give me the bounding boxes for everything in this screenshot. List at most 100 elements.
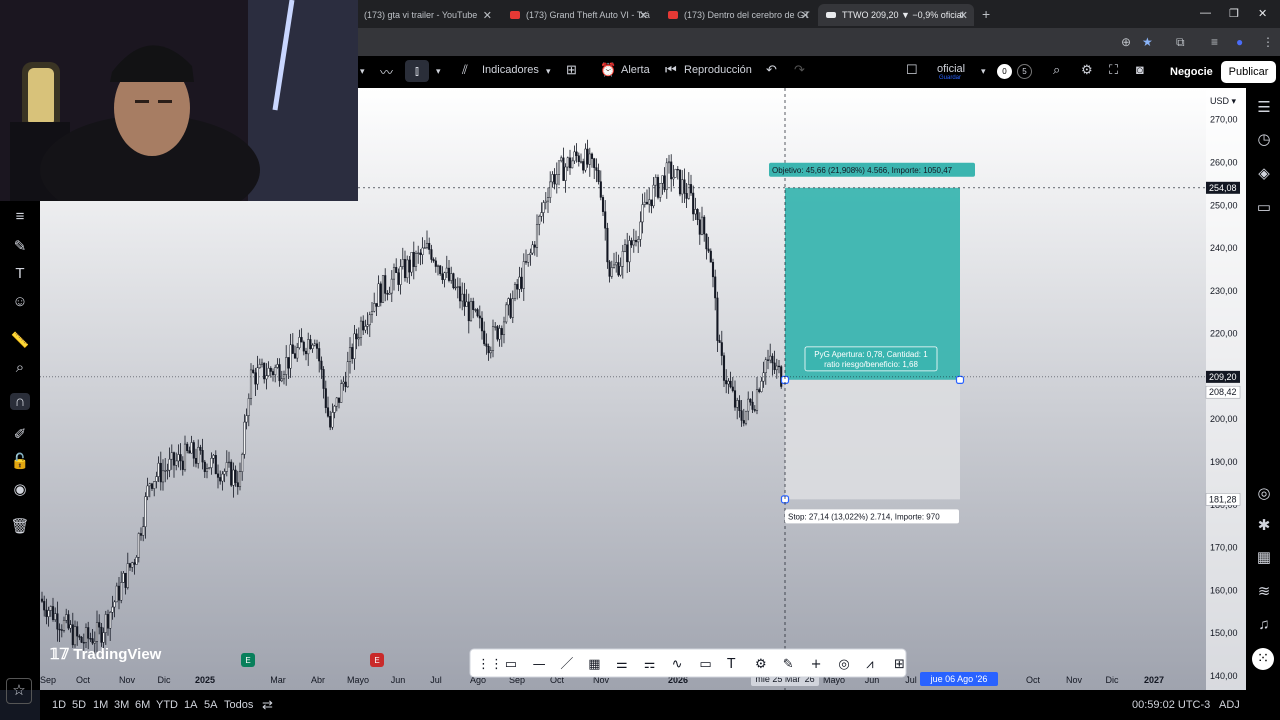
zoom-in-icon[interactable]: ⌕	[10, 359, 30, 376]
earnings-icon-letter: E	[245, 656, 250, 665]
lock-icon[interactable]: 🔓	[10, 452, 30, 470]
counter-badge[interactable]: 0	[997, 64, 1012, 79]
candle-body	[749, 398, 752, 403]
emoji-icon[interactable]: ☺	[10, 293, 30, 310]
range-6m[interactable]: 6M	[135, 699, 150, 711]
maximize-icon[interactable]: ❐	[1229, 7, 1239, 20]
minimize-icon[interactable]: —	[1200, 7, 1211, 19]
range-1d[interactable]: 1D	[52, 699, 66, 711]
extensions-icon[interactable]: ⧉	[1176, 35, 1185, 50]
eye-icon[interactable]: ◉	[10, 480, 30, 498]
brush-icon[interactable]: ✎	[10, 237, 30, 255]
pattern-icon[interactable]: ⚙	[755, 657, 767, 672]
range-1a[interactable]: 1A	[184, 699, 197, 711]
rectangle-icon[interactable]: ▭	[505, 657, 517, 672]
layout-name[interactable]: oficial	[937, 63, 965, 75]
chevron-down-icon[interactable]: ▾	[981, 66, 986, 77]
close-icon[interactable]: ✕	[639, 9, 648, 22]
apps-grid-icon[interactable]: ⁙	[1252, 648, 1274, 670]
settings-icon[interactable]: ⚙	[1081, 62, 1093, 78]
adj-toggle[interactable]: ADJ	[1219, 699, 1240, 711]
trade-button[interactable]: Negocie	[1162, 61, 1221, 83]
layout-square-icon[interactable]: ☐	[906, 62, 918, 78]
trash-icon[interactable]: 🗑	[10, 517, 30, 535]
text-tool-icon[interactable]: T	[726, 657, 735, 672]
favorites-star-icon[interactable]: ☆	[6, 678, 32, 704]
drag-handle-icon[interactable]: ⋮⋮	[477, 657, 503, 672]
candle-body	[62, 619, 66, 631]
chevron-down-icon[interactable]: ▾	[360, 66, 365, 77]
browser-tab-active[interactable]: TTWO 209,20 ▼ −0,9% oficial ✕	[818, 4, 974, 26]
bell-icon[interactable]: ♫	[1254, 616, 1274, 633]
range-all[interactable]: Todos	[224, 699, 253, 711]
range-5d[interactable]: 5D	[72, 699, 86, 711]
rss-icon[interactable]: ≋	[1254, 582, 1274, 600]
close-icon[interactable]: ✕	[483, 9, 492, 22]
chat-icon[interactable]: ▭	[1254, 198, 1274, 216]
crosshair-icon[interactable]: +	[811, 657, 822, 672]
publish-button[interactable]: Publicar	[1221, 61, 1276, 83]
candles-icon[interactable]: ⫾	[405, 60, 429, 82]
new-tab-icon[interactable]: +	[982, 6, 990, 22]
path-icon[interactable]: ⩘	[866, 657, 873, 672]
browser-tab-3[interactable]: (173) Dentro del cerebro de GT ✕	[660, 4, 816, 26]
candle-body	[619, 266, 622, 276]
indicators-button[interactable]: Indicadores	[482, 64, 539, 76]
undo-icon[interactable]: ↶	[766, 62, 777, 78]
alerts-clock-icon[interactable]: ◷	[1254, 130, 1274, 148]
layouts-icon[interactable]: ⊞	[566, 62, 577, 78]
grid-icon[interactable]: ▦	[588, 657, 600, 672]
trend-line-icon[interactable]: ／	[560, 657, 573, 672]
curve-icon[interactable]: ∿	[672, 657, 683, 672]
brush-tool-icon[interactable]: ✎	[783, 657, 794, 672]
close-icon[interactable]: ✕	[801, 9, 810, 22]
range-5a[interactable]: 5A	[204, 699, 217, 711]
lock-drawing-icon[interactable]: ✐	[10, 425, 30, 443]
candle-body	[122, 572, 125, 583]
range-1m[interactable]: 1M	[93, 699, 108, 711]
circle-icon[interactable]: ◎	[838, 657, 849, 672]
camera-icon[interactable]: ◙	[1136, 62, 1144, 77]
fib-icon[interactable]: ≡	[10, 208, 30, 225]
browser-tab-1[interactable]: (173) gta vi trailer - YouTube ✕	[356, 4, 498, 26]
replay-icon[interactable]: ⏮	[665, 62, 677, 78]
profile-icon[interactable]: ●	[1236, 35, 1243, 49]
close-window-icon[interactable]: ✕	[1258, 7, 1267, 20]
magnet-icon[interactable]: ∩	[10, 393, 30, 410]
candle-body	[538, 216, 541, 225]
zoom-icon[interactable]: ⊕	[1121, 35, 1131, 49]
indicators-icon[interactable]: ⫽	[462, 62, 468, 78]
line-chart-icon[interactable]: 〰	[380, 62, 393, 81]
calendar-icon[interactable]: ▦	[1254, 548, 1274, 566]
text-icon[interactable]: T	[10, 265, 30, 282]
close-icon[interactable]: ✕	[959, 9, 968, 22]
pulse-icon[interactable]: ✱	[1254, 516, 1274, 534]
layers-icon[interactable]: ◈	[1254, 164, 1274, 182]
fullscreen-icon[interactable]: ⛶	[1109, 62, 1118, 78]
candle-body	[384, 275, 387, 294]
alarm-icon[interactable]: ⏰	[600, 62, 616, 78]
channel-icon[interactable]: ⚌	[616, 657, 628, 672]
chevron-down-icon[interactable]: ▾	[436, 66, 441, 77]
browser-tab-2[interactable]: (173) Grand Theft Auto VI - Trá ✕	[502, 4, 654, 26]
counter-badge-secondary[interactable]: 5	[1017, 64, 1032, 79]
reading-list-icon[interactable]: ≡	[1211, 35, 1218, 49]
range-3m[interactable]: 3M	[114, 699, 129, 711]
date-range-icon[interactable]: ⇄	[262, 697, 273, 713]
chevron-down-icon[interactable]: ▾	[546, 66, 551, 77]
watchlist-icon[interactable]: ☰	[1254, 98, 1274, 116]
frame-icon[interactable]: ⊞	[894, 657, 905, 672]
target-icon[interactable]: ◎	[1254, 484, 1274, 502]
search-icon[interactable]: ⌕	[1053, 62, 1060, 78]
redo-icon[interactable]: ↷	[794, 62, 805, 78]
bookmark-star-icon[interactable]: ★	[1142, 35, 1153, 49]
replay-button[interactable]: Reproducción	[684, 64, 752, 76]
fib-channel-icon[interactable]: ⚎	[644, 657, 656, 672]
menu-icon[interactable]: ⋮	[1262, 35, 1274, 49]
alert-button[interactable]: Alerta	[621, 64, 650, 76]
callout-icon[interactable]: ▭	[699, 657, 711, 672]
ruler-icon[interactable]: 📏	[10, 331, 30, 349]
clock[interactable]: 00:59:02 UTC-3	[1132, 699, 1210, 711]
horizontal-line-icon[interactable]: —	[533, 657, 546, 672]
range-ytd[interactable]: YTD	[156, 699, 178, 711]
